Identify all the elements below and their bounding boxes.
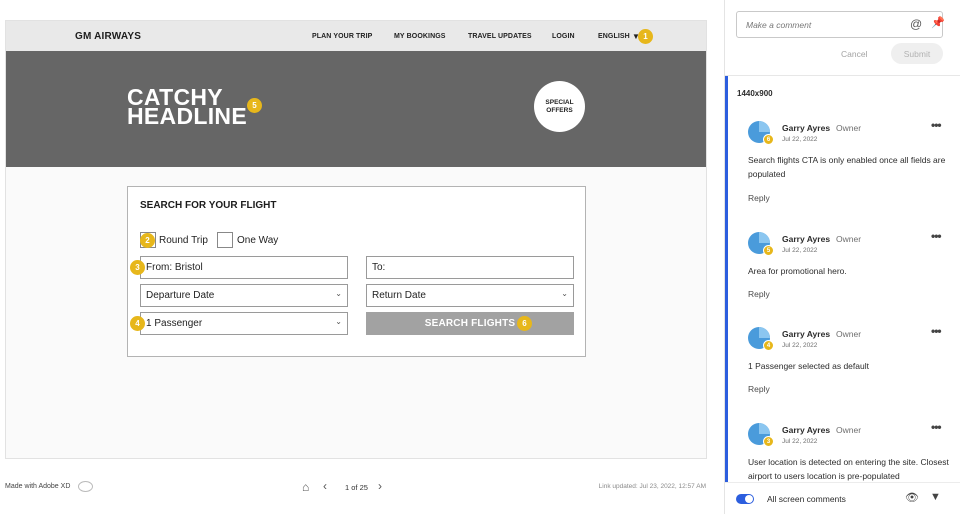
comment-pin-badge: 6 bbox=[763, 134, 774, 145]
round-trip-label: Round Trip bbox=[159, 235, 208, 246]
comment-pin-badge: 3 bbox=[763, 436, 774, 447]
departure-value: Departure Date bbox=[146, 290, 215, 301]
comment-pin-1[interactable]: 1 bbox=[638, 29, 653, 44]
comment-text: 1 Passenger selected as default bbox=[748, 361, 869, 371]
search-title: SEARCH FOR YOUR FLIGHT bbox=[140, 200, 277, 211]
special-line-2: OFFERS bbox=[546, 106, 573, 114]
search-flights-label: SEARCH FLIGHTS bbox=[424, 318, 516, 329]
pin-icon[interactable]: 📌 bbox=[931, 16, 945, 29]
comment-date: Jul 22, 2022 bbox=[782, 136, 818, 143]
comment-role: Owner bbox=[836, 123, 862, 133]
comment-item: 4 Garry Ayres Owner Jul 22, 2022 ••• 1 P… bbox=[728, 322, 958, 417]
comment-text: Area for promotional hero. bbox=[748, 266, 847, 276]
return-value: Return Date bbox=[372, 290, 426, 301]
mention-icon[interactable]: @ bbox=[910, 17, 922, 31]
flight-search-form: SEARCH FOR YOUR FLIGHT 2 Round Trip One … bbox=[127, 186, 586, 357]
filter-icon[interactable]: ▼ bbox=[930, 491, 941, 503]
cancel-button[interactable]: Cancel bbox=[841, 49, 867, 59]
comment-pin-4[interactable]: 4 bbox=[130, 316, 145, 331]
comment-visibility-icon[interactable]: 👁 bbox=[905, 491, 919, 504]
headline-line-2: HEADLINE bbox=[127, 103, 247, 129]
nav-login[interactable]: LOGIN bbox=[552, 33, 575, 40]
chevron-down-icon: ⌄ bbox=[335, 317, 342, 326]
more-options-icon[interactable]: ••• bbox=[931, 118, 942, 132]
special-offers-badge[interactable]: SPECIAL OFFERS bbox=[534, 81, 585, 132]
comment-author: Garry Ayres bbox=[782, 425, 831, 435]
departure-date-select[interactable]: Departure Date ⌄ bbox=[140, 284, 348, 307]
comment-author: Garry Ayres bbox=[782, 234, 831, 244]
viewer-footer: Made with Adobe XD ⌂ ‹ 1 of 25 › Link up… bbox=[0, 476, 724, 500]
all-comments-label: All screen comments bbox=[767, 494, 846, 504]
comment-item: 6 Garry Ayres Owner Jul 22, 2022 ••• Sea… bbox=[728, 116, 958, 211]
comment-pin-badge: 4 bbox=[763, 340, 774, 351]
comment-text: Search flights CTA is only enabled once … bbox=[748, 155, 946, 179]
comment-text: User location is detected on entering th… bbox=[748, 457, 949, 481]
more-options-icon[interactable]: ••• bbox=[931, 420, 942, 434]
to-field[interactable]: To: bbox=[366, 256, 574, 279]
from-field[interactable]: From: Bristol bbox=[140, 256, 348, 279]
made-with-label: Made with Adobe XD bbox=[5, 483, 71, 490]
hero-banner: CATCHY HEADLINE 5 SPECIAL OFFERS bbox=[6, 51, 706, 167]
more-options-icon[interactable]: ••• bbox=[931, 229, 942, 243]
comment-date: Jul 22, 2022 bbox=[782, 247, 818, 254]
more-options-icon[interactable]: ••• bbox=[931, 324, 942, 338]
nav-language[interactable]: ENGLISH bbox=[598, 33, 630, 40]
passenger-value: 1 Passenger bbox=[146, 318, 203, 329]
site-brand[interactable]: GM AIRWAYS bbox=[75, 31, 141, 42]
chevron-down-icon: ⌄ bbox=[561, 289, 568, 298]
search-flights-button[interactable]: SEARCH FLIGHTS bbox=[366, 312, 574, 335]
one-way-label: One Way bbox=[237, 235, 279, 246]
prototype-viewer: GM AIRWAYS PLAN YOUR TRIP MY BOOKINGS TR… bbox=[0, 0, 724, 514]
hero-headline: CATCHY HEADLINE bbox=[127, 86, 247, 129]
comment-date: Jul 22, 2022 bbox=[782, 342, 818, 349]
home-icon[interactable]: ⌂ bbox=[302, 480, 309, 494]
nav-travel-updates[interactable]: TRAVEL UPDATES bbox=[468, 33, 532, 40]
chevron-down-icon: ⌄ bbox=[335, 289, 342, 298]
reply-link[interactable]: Reply bbox=[748, 193, 770, 203]
comment-placeholder: Make a comment bbox=[746, 20, 812, 30]
link-updated-label: Link updated: Jul 23, 2022, 12:57 AM bbox=[598, 483, 706, 490]
one-way-checkbox[interactable] bbox=[217, 232, 233, 248]
comment-role: Owner bbox=[836, 234, 862, 244]
artboard: GM AIRWAYS PLAN YOUR TRIP MY BOOKINGS TR… bbox=[5, 20, 707, 459]
submit-button[interactable]: Submit bbox=[891, 43, 943, 64]
comment-item: 3 Garry Ayres Owner Jul 22, 2022 ••• Use… bbox=[728, 418, 958, 482]
next-page-icon[interactable]: › bbox=[378, 479, 382, 493]
comment-role: Owner bbox=[836, 329, 862, 339]
page-indicator: 1 of 25 bbox=[345, 483, 368, 492]
comment-author: Garry Ayres bbox=[782, 329, 831, 339]
comment-pin-6[interactable]: 6 bbox=[517, 316, 532, 331]
to-value: To: bbox=[372, 262, 386, 273]
comment-date: Jul 22, 2022 bbox=[782, 438, 818, 445]
comment-role: Owner bbox=[836, 425, 862, 435]
comment-pin-badge: 5 bbox=[763, 245, 774, 256]
artboard-size-label: 1440x900 bbox=[737, 89, 773, 98]
nav-plan-your-trip[interactable]: PLAN YOUR TRIP bbox=[312, 33, 372, 40]
comment-pin-5[interactable]: 5 bbox=[247, 98, 262, 113]
comment-pin-2[interactable]: 2 bbox=[140, 233, 155, 248]
creative-cloud-icon bbox=[78, 481, 93, 492]
comment-author: Garry Ayres bbox=[782, 123, 831, 133]
comment-thread: 1440x900 6 Garry Ayres Owner Jul 22, 202… bbox=[725, 76, 960, 482]
site-nav: GM AIRWAYS PLAN YOUR TRIP MY BOOKINGS TR… bbox=[6, 21, 706, 51]
reply-link[interactable]: Reply bbox=[748, 289, 770, 299]
all-comments-toggle[interactable] bbox=[736, 494, 754, 504]
nav-my-bookings[interactable]: MY BOOKINGS bbox=[394, 33, 446, 40]
panel-footer: All screen comments 👁 ▼ bbox=[725, 482, 960, 514]
reply-link[interactable]: Reply bbox=[748, 384, 770, 394]
comments-panel: Make a comment @ 📌 Cancel Submit 1440x90… bbox=[724, 0, 960, 514]
passenger-select[interactable]: 1 Passenger ⌄ bbox=[140, 312, 348, 335]
from-value: From: Bristol bbox=[146, 262, 203, 273]
comment-input[interactable]: Make a comment @ 📌 bbox=[736, 11, 945, 38]
return-date-select[interactable]: Return Date ⌄ bbox=[366, 284, 574, 307]
previous-page-icon[interactable]: ‹ bbox=[323, 479, 327, 493]
comment-pin-3[interactable]: 3 bbox=[130, 260, 145, 275]
comment-item: 5 Garry Ayres Owner Jul 22, 2022 ••• Are… bbox=[728, 227, 958, 322]
special-line-1: SPECIAL bbox=[545, 98, 574, 106]
